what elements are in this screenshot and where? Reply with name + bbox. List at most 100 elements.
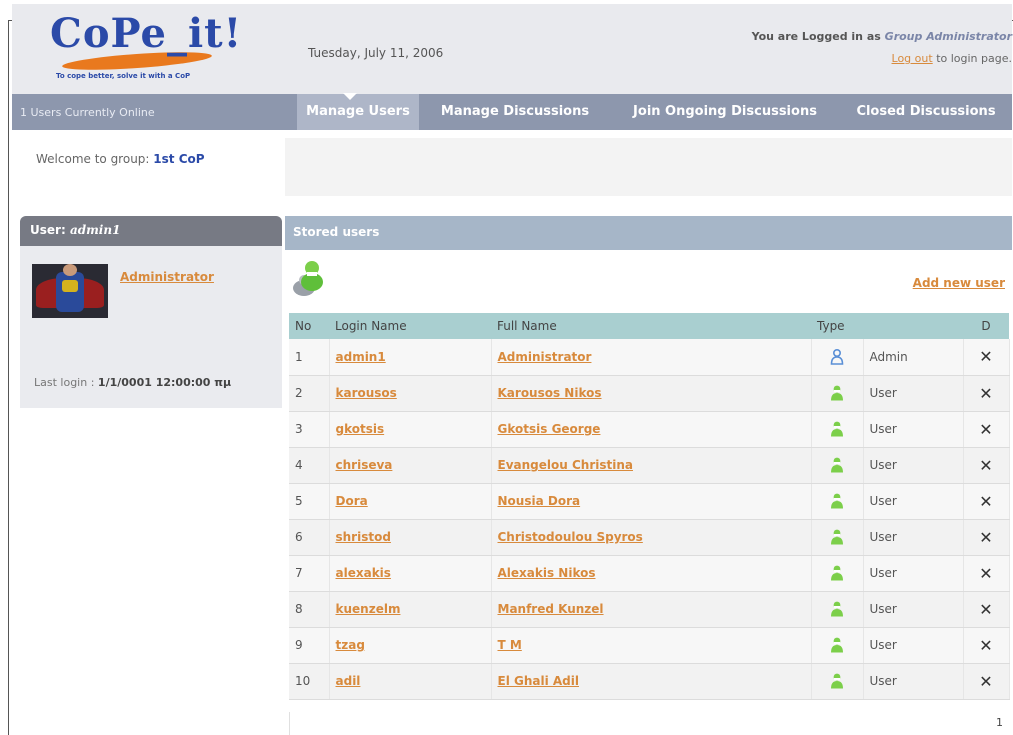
full-name-link[interactable]: T M <box>498 638 522 652</box>
header: CoPe_it! To cope better, solve it with a… <box>12 4 1012 94</box>
type-label: User <box>863 591 964 628</box>
users-online-count: 1 Users Currently Online <box>20 106 155 119</box>
full-name-link[interactable]: Manfred Kunzel <box>498 602 604 616</box>
login-name-link[interactable]: alexakis <box>336 566 391 580</box>
row-number: 4 <box>289 447 330 484</box>
type-icon-cell <box>811 519 864 556</box>
table-row: 4 chriseva Evangelou Christina User ✕ <box>289 447 1010 484</box>
full-name-link[interactable]: Christodoulou Spyros <box>498 530 643 544</box>
user-green-icon <box>831 385 843 401</box>
row-number: 9 <box>289 627 330 664</box>
type-label: User <box>863 555 964 592</box>
login-name-cell: karousos <box>329 375 492 412</box>
tab-join-ongoing-discussions[interactable]: Join Ongoing Discussions <box>610 94 840 130</box>
full-name-cell: Christodoulou Spyros <box>491 519 812 556</box>
delete-x-icon[interactable]: ✕ <box>963 627 1010 664</box>
login-name-cell: gkotsis <box>329 411 492 448</box>
delete-x-icon[interactable]: ✕ <box>963 447 1010 484</box>
logo[interactable]: CoPe_it! To cope better, solve it with a… <box>42 10 242 86</box>
login-name-link[interactable]: karousos <box>336 386 397 400</box>
add-new-user-link[interactable]: Add new user <box>913 276 1005 290</box>
last-login: Last login : 1/1/0001 12:00:00 πμ <box>34 376 231 389</box>
type-icon-cell <box>811 555 864 592</box>
logout-suffix: to login page. <box>936 52 1012 65</box>
delete-x-icon[interactable]: ✕ <box>963 519 1010 556</box>
logo-text: CoPe_it! <box>50 10 243 57</box>
logo-tagline: To cope better, solve it with a CoP <box>56 72 191 80</box>
users-table: No Login Name Full Name Type D 1 admin1 Ad… <box>289 313 1010 700</box>
col-type: Type <box>811 313 863 339</box>
logout-link[interactable]: Log out <box>892 52 933 65</box>
table-row: 9 tzag T M User ✕ <box>289 627 1010 664</box>
user-title-prefix: User: <box>30 223 66 237</box>
full-name-link[interactable]: Administrator <box>498 350 592 364</box>
tab-closed-discussions[interactable]: Closed Discussions <box>842 94 1010 130</box>
page-number[interactable]: 1 <box>996 716 1003 729</box>
login-name-link[interactable]: adil <box>336 674 361 688</box>
login-name-link[interactable]: gkotsis <box>336 422 385 436</box>
logout-line: Log out to login page. <box>892 52 1012 65</box>
full-name-cell: Gkotsis George <box>491 411 812 448</box>
full-name-link[interactable]: El Ghali Adil <box>498 674 580 688</box>
delete-x-icon[interactable]: ✕ <box>963 591 1010 628</box>
delete-x-icon[interactable]: ✕ <box>963 339 1010 376</box>
current-date: Tuesday, July 11, 2006 <box>308 46 444 60</box>
full-name-cell: El Ghali Adil <box>491 663 812 700</box>
user-display-name-link[interactable]: Administrator <box>120 270 214 284</box>
type-icon-cell <box>811 627 864 664</box>
login-name-link[interactable]: Dora <box>336 494 368 508</box>
col-full-name: Full Name <box>491 313 811 339</box>
login-name-link[interactable]: shristod <box>336 530 391 544</box>
login-name-link[interactable]: kuenzelm <box>336 602 401 616</box>
login-name-link[interactable]: tzag <box>336 638 365 652</box>
logged-in-group: Group Administrator <box>884 30 1012 43</box>
logged-in-status: You are Logged in as Group Administrator <box>682 30 1012 43</box>
user-username: admin1 <box>69 223 121 237</box>
table-row: 10 adil El Ghali Adil User ✕ <box>289 663 1010 700</box>
full-name-link[interactable]: Gkotsis George <box>498 422 601 436</box>
stored-users-header: Stored users <box>285 216 1012 250</box>
login-name-cell: kuenzelm <box>329 591 492 628</box>
delete-x-icon[interactable]: ✕ <box>963 663 1010 700</box>
table-row: 5 Dora Nousia Dora User ✕ <box>289 483 1010 520</box>
full-name-cell: Manfred Kunzel <box>491 591 812 628</box>
type-label: User <box>863 411 964 448</box>
login-name-cell: alexakis <box>329 555 492 592</box>
full-name-link[interactable]: Alexakis Nikos <box>498 566 596 580</box>
avatar <box>32 264 108 318</box>
delete-x-icon[interactable]: ✕ <box>963 555 1010 592</box>
row-number: 6 <box>289 519 330 556</box>
full-name-cell: T M <box>491 627 812 664</box>
login-name-cell: tzag <box>329 627 492 664</box>
table-row: 1 admin1 Administrator Admin ✕ <box>289 339 1010 376</box>
delete-x-icon[interactable]: ✕ <box>963 483 1010 520</box>
type-icon-cell <box>811 447 864 484</box>
tab-manage-users[interactable]: Manage Users <box>297 93 419 130</box>
user-green-icon <box>831 529 843 545</box>
login-name-cell: admin1 <box>329 339 492 376</box>
type-icon-cell <box>811 411 864 448</box>
full-name-link[interactable]: Evangelou Christina <box>498 458 633 472</box>
type-label: User <box>863 519 964 556</box>
col-type-label <box>863 313 963 339</box>
row-number: 7 <box>289 555 330 592</box>
logged-in-prefix: You are Logged in as <box>751 30 881 43</box>
delete-x-icon[interactable]: ✕ <box>963 411 1010 448</box>
welcome-group: 1st CoP <box>153 152 205 166</box>
welcome-text: Welcome to group: 1st CoP <box>36 152 205 166</box>
table-row: 3 gkotsis Gkotsis George User ✕ <box>289 411 1010 448</box>
user-green-icon <box>831 457 843 473</box>
full-name-link[interactable]: Nousia Dora <box>498 494 581 508</box>
login-name-link[interactable]: admin1 <box>336 350 386 364</box>
table-header-row: No Login Name Full Name Type D <box>289 313 1009 339</box>
type-label: Admin <box>863 339 964 376</box>
user-green-icon <box>831 637 843 653</box>
welcome-prefix: Welcome to group: <box>36 152 150 166</box>
tab-manage-discussions[interactable]: Manage Discussions <box>426 94 604 130</box>
full-name-cell: Evangelou Christina <box>491 447 812 484</box>
last-login-value: 1/1/0001 12:00:00 πμ <box>97 376 232 389</box>
full-name-link[interactable]: Karousos Nikos <box>498 386 602 400</box>
login-name-cell: adil <box>329 663 492 700</box>
delete-x-icon[interactable]: ✕ <box>963 375 1010 412</box>
login-name-link[interactable]: chriseva <box>336 458 393 472</box>
